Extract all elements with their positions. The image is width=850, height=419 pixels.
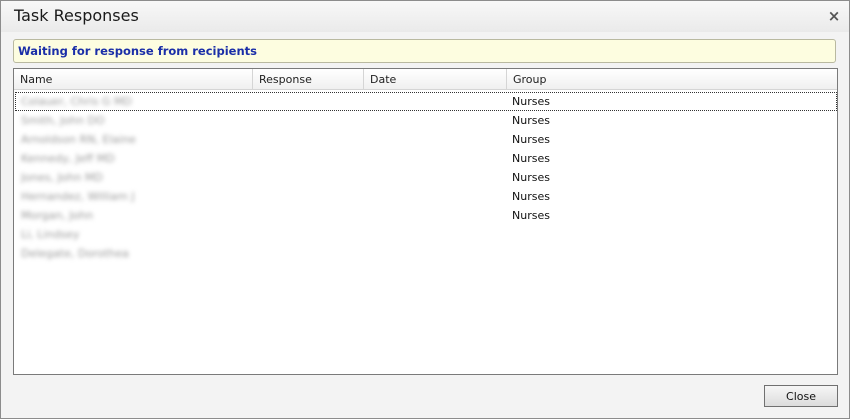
table-row[interactable]: Hernandez, William J Nurses — [15, 187, 837, 206]
column-header-group[interactable]: Group — [507, 69, 837, 89]
table-row[interactable]: Delegate, Dorothea — [15, 244, 837, 263]
response-cell — [259, 168, 364, 187]
close-icon[interactable]: × — [825, 7, 843, 25]
table-row[interactable]: Arnoldson RN, Elaine Nurses — [15, 130, 837, 149]
group-cell: Nurses — [512, 114, 550, 127]
response-cell — [259, 130, 364, 149]
group-cell: Nurses — [512, 209, 550, 222]
column-header-name[interactable]: Name — [14, 69, 253, 89]
group-cell — [512, 225, 812, 244]
table-row[interactable]: Jones, John MD Nurses — [15, 168, 837, 187]
date-cell — [370, 111, 505, 130]
date-cell — [370, 149, 505, 168]
date-cell — [370, 168, 505, 187]
title-bar: Task Responses × — [1, 1, 849, 32]
response-cell — [259, 187, 364, 206]
recipient-name: Smith, John DO — [21, 114, 105, 127]
recipient-name: Colauer, Chris G MD — [21, 95, 132, 108]
recipient-name: Delegate, Dorothea — [21, 247, 129, 260]
response-cell — [259, 149, 364, 168]
status-message: Waiting for response from recipients — [18, 44, 257, 58]
recipient-name: Hernandez, William J — [21, 190, 135, 203]
date-cell — [370, 187, 505, 206]
table-row[interactable]: Kennedy, Jeff MD Nurses — [15, 149, 837, 168]
recipient-name: Jones, John MD — [21, 171, 103, 184]
table-row[interactable]: Li, Lindsey — [15, 225, 837, 244]
group-cell: Nurses — [512, 133, 550, 146]
recipient-name: Morgan, John — [21, 209, 94, 222]
group-cell: Nurses — [512, 190, 550, 203]
group-cell: Nurses — [512, 171, 550, 184]
date-cell — [370, 92, 505, 111]
date-cell — [370, 225, 505, 244]
date-cell — [370, 130, 505, 149]
response-cell — [259, 92, 364, 111]
group-cell: Nurses — [512, 152, 550, 165]
group-cell — [512, 244, 812, 263]
grid-header: Name Response Date Group — [14, 69, 837, 90]
recipient-name: Kennedy, Jeff MD — [21, 152, 115, 165]
response-cell — [259, 244, 364, 263]
task-responses-dialog: Task Responses × Waiting for response fr… — [0, 0, 850, 419]
group-cell: Nurses — [512, 95, 550, 108]
date-cell — [370, 206, 505, 225]
dialog-title: Task Responses — [14, 6, 139, 25]
response-cell — [259, 111, 364, 130]
column-header-response[interactable]: Response — [253, 69, 364, 89]
recipient-name: Li, Lindsey — [21, 228, 80, 241]
response-cell — [259, 206, 364, 225]
table-row[interactable]: Smith, John DO Nurses — [15, 111, 837, 130]
table-row[interactable]: Morgan, John Nurses — [15, 206, 837, 225]
column-header-date[interactable]: Date — [364, 69, 507, 89]
table-row[interactable]: Colauer, Chris G MD Nurses — [15, 92, 837, 111]
date-cell — [370, 244, 505, 263]
recipient-name: Arnoldson RN, Elaine — [21, 133, 136, 146]
responses-grid[interactable]: Name Response Date Group Colauer, Chris … — [13, 68, 838, 375]
status-banner: Waiting for response from recipients — [13, 39, 836, 63]
response-cell — [259, 225, 364, 244]
close-button[interactable]: Close — [764, 385, 838, 407]
